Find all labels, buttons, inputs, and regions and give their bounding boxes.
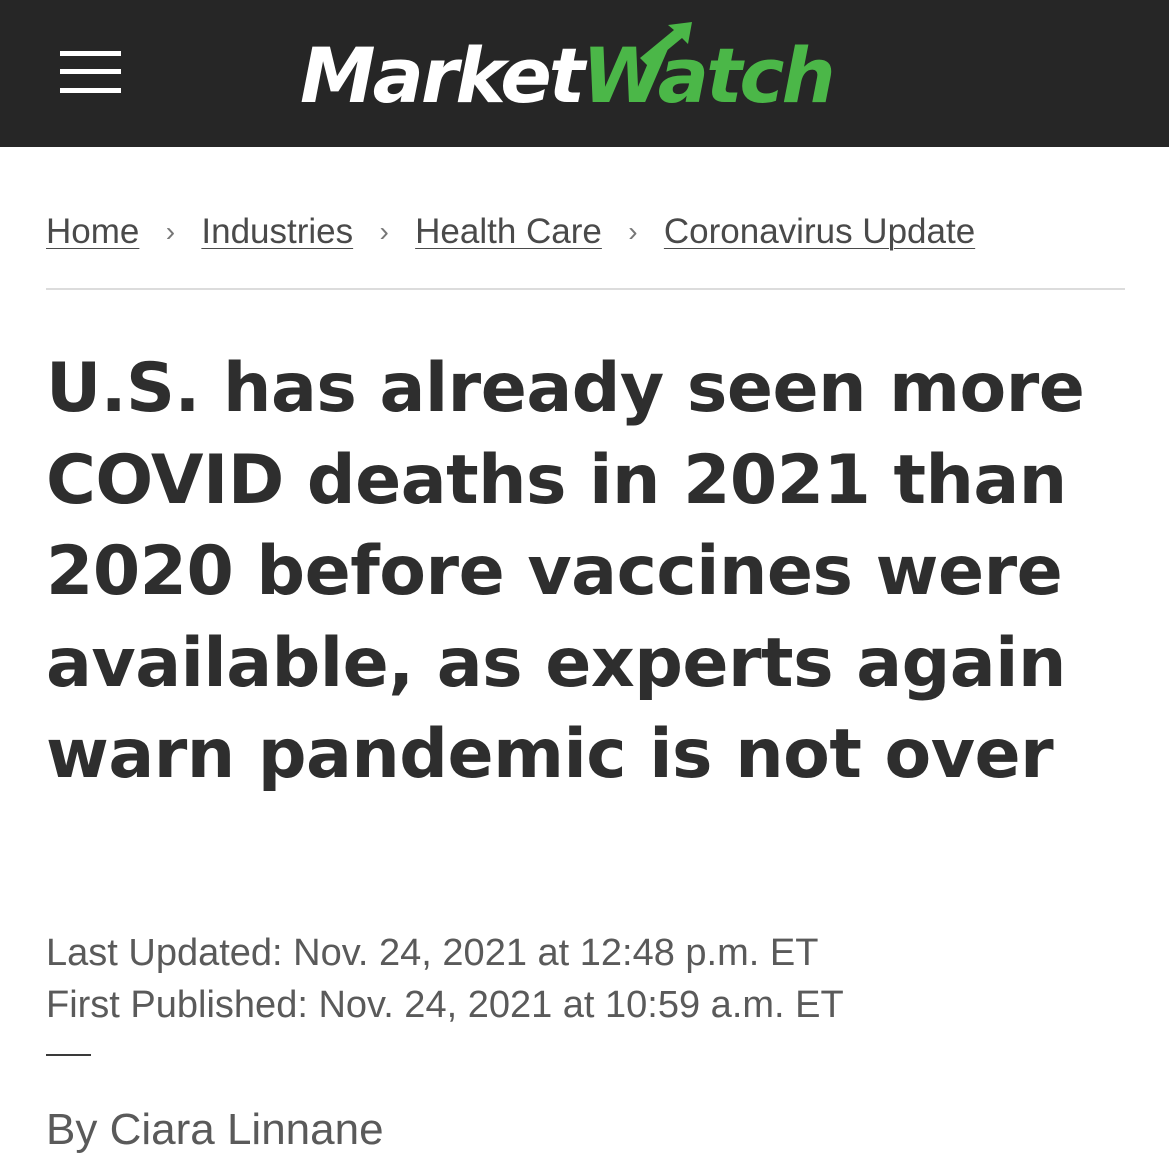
- breadcrumb-health-care[interactable]: Health Care: [415, 212, 602, 252]
- menu-line-top: [60, 51, 121, 56]
- breadcrumb-home[interactable]: Home: [46, 212, 139, 252]
- breadcrumb: Home › Industries › Health Care › Corona…: [46, 207, 975, 257]
- chevron-right-icon: ›: [628, 216, 638, 247]
- chevron-right-icon: ›: [165, 216, 176, 247]
- hamburger-menu-icon[interactable]: [60, 51, 121, 93]
- top-navigation-bar: Market Watch: [0, 0, 1169, 147]
- logo-arrow-icon: [640, 22, 692, 66]
- byline-divider: [46, 1054, 91, 1056]
- article-headline: U.S. has already seen more COVID deaths …: [46, 349, 1085, 794]
- article-timestamps: Last Updated: Nov. 24, 2021 at 12:48 p.m…: [46, 927, 844, 1031]
- menu-line-middle: [60, 69, 121, 74]
- marketwatch-logo[interactable]: Market Watch: [300, 28, 836, 120]
- breadcrumb-coronavirus-update[interactable]: Coronavirus Update: [664, 212, 975, 252]
- first-published-timestamp: First Published: Nov. 24, 2021 at 10:59 …: [46, 984, 844, 1026]
- chevron-right-icon: ›: [379, 216, 389, 247]
- breadcrumb-divider: [46, 288, 1125, 290]
- menu-line-bottom: [60, 88, 121, 93]
- last-updated-timestamp: Last Updated: Nov. 24, 2021 at 12:48 p.m…: [46, 932, 819, 974]
- author-byline: By Ciara Linnane: [46, 1105, 384, 1154]
- logo-text-market: Market: [300, 31, 585, 120]
- breadcrumb-industries[interactable]: Industries: [201, 212, 353, 252]
